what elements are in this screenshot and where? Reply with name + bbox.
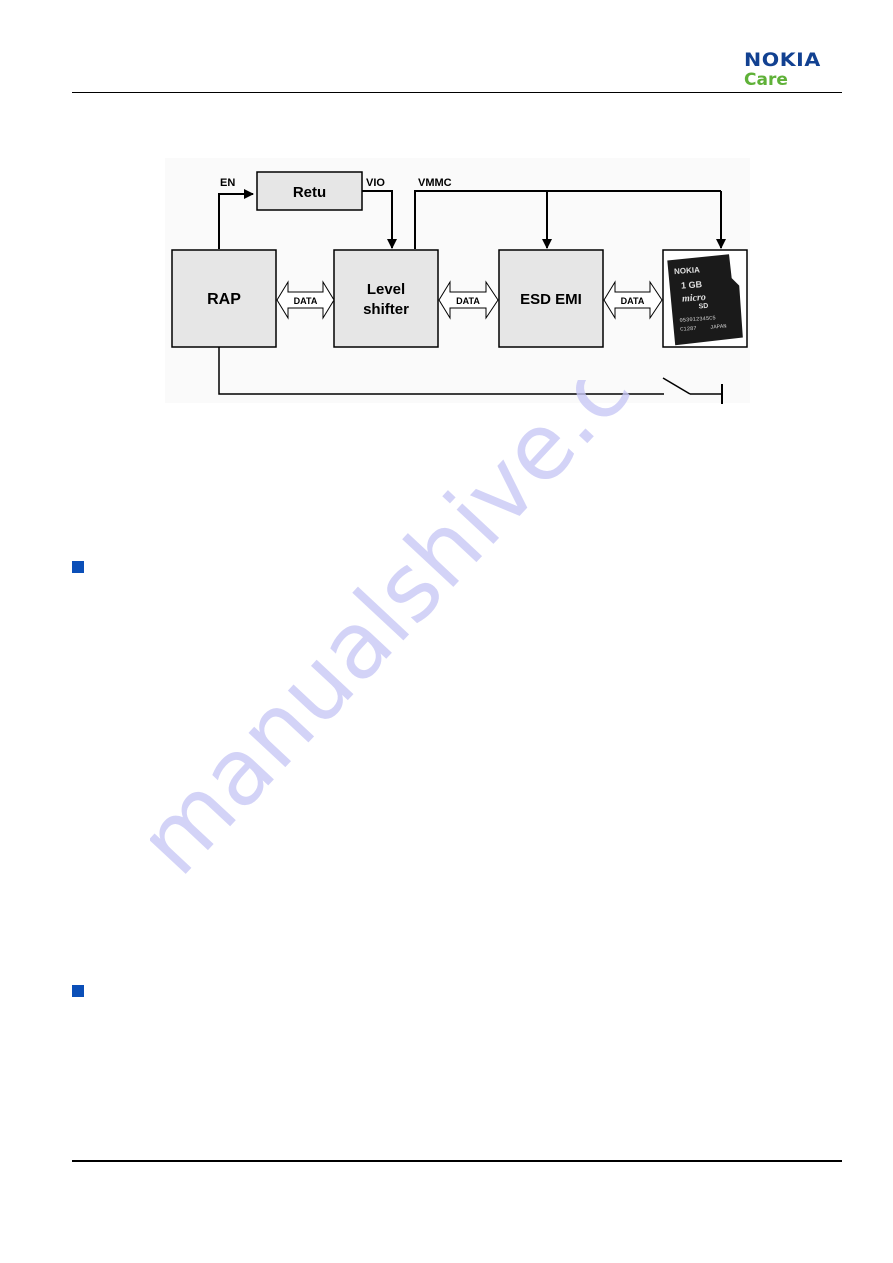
level-shifter-label-line2: shifter xyxy=(363,301,409,318)
watermark: manualshive.com xyxy=(150,380,750,895)
card-code: C1287 xyxy=(680,325,697,333)
card-brand: NOKIA xyxy=(674,265,701,276)
card-capacity: 1 GB xyxy=(681,279,703,290)
footer-rule xyxy=(72,1160,842,1162)
section-bullet-1 xyxy=(72,561,84,573)
mmc-block-diagram: EN Retu VIO VMMC RAP Level shifter ESD E… xyxy=(165,158,750,404)
header-rule xyxy=(72,92,842,93)
logo-brand: NOKIA xyxy=(744,49,821,71)
rap-label: RAP xyxy=(207,291,241,308)
retu-label: Retu xyxy=(293,184,326,201)
en-label: EN xyxy=(220,177,235,189)
vio-label: VIO xyxy=(366,177,385,189)
data-label-2: DATA xyxy=(456,296,480,306)
data-label-1: DATA xyxy=(294,296,318,306)
nokia-care-logo: NOKIA Care xyxy=(744,50,844,90)
watermark-text: manualshive.com xyxy=(150,380,750,895)
vmmc-label: VMMC xyxy=(418,177,452,189)
card-type-sd: SD xyxy=(698,303,708,311)
level-shifter-block xyxy=(333,249,439,348)
level-shifter-label-line1: Level xyxy=(367,281,405,298)
esd-emi-label: ESD EMI xyxy=(520,291,582,308)
card-origin: JAPAN xyxy=(710,323,727,331)
logo-sub: Care xyxy=(744,70,788,90)
data-label-3: DATA xyxy=(621,296,645,306)
section-bullet-2 xyxy=(72,985,84,997)
